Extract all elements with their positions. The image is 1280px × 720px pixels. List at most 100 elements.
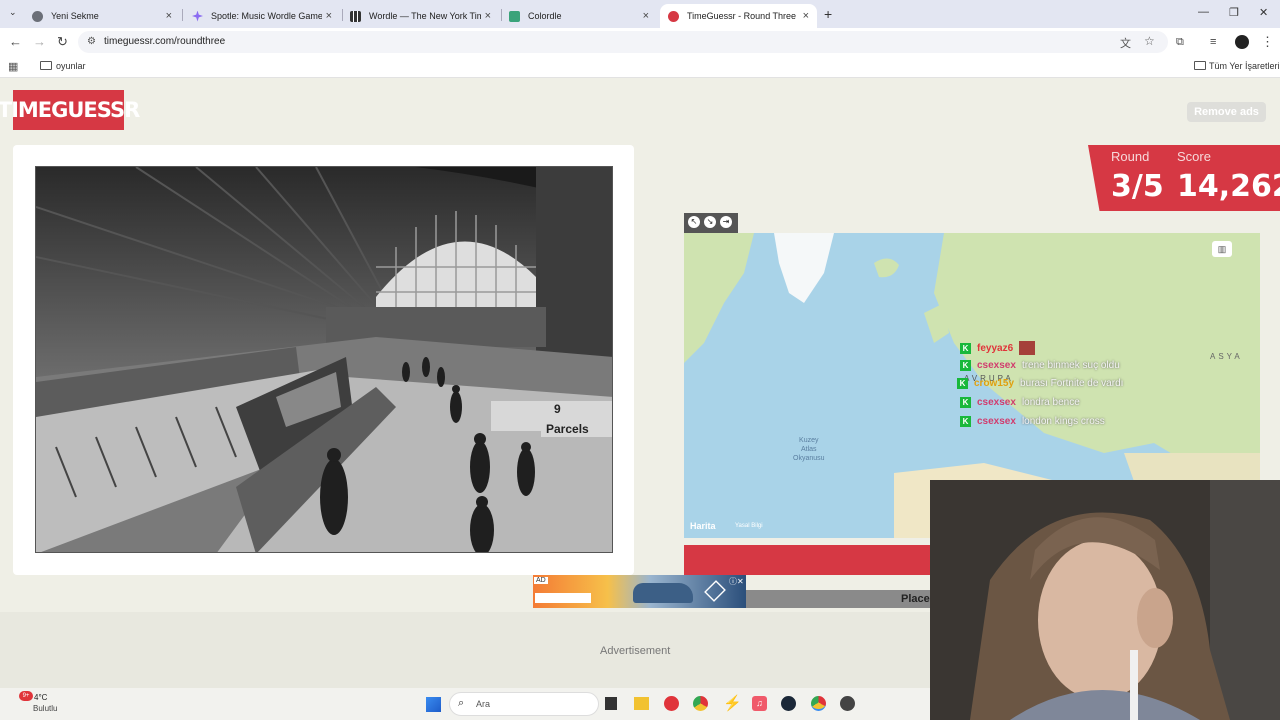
windows-taskbar: 9+ 4°C Bulutlu ⌕ Ara ⚡ ♫ — [0, 688, 930, 720]
chat-message: K feyyaz6 — [960, 341, 1036, 355]
music-icon[interactable]: ♫ — [752, 696, 767, 711]
tab-timeguessr[interactable]: TimeGuessr - Round Three × — [660, 4, 817, 28]
close-window-icon[interactable]: ✕ — [1259, 6, 1268, 19]
kick-badge-icon: K — [960, 416, 971, 427]
file-explorer-icon[interactable] — [634, 697, 649, 710]
close-tab-icon[interactable]: × — [326, 10, 332, 22]
round-photo[interactable]: 9 Parcels — [35, 166, 613, 553]
webcam-image — [930, 480, 1280, 720]
avatar[interactable] — [1235, 35, 1249, 49]
ad-badge: AD — [534, 577, 548, 584]
station-photo-image: 9 Parcels — [36, 167, 612, 552]
star-icon[interactable]: ☆ — [1144, 34, 1155, 48]
tab-title: TimeGuessr - Round Three — [687, 11, 797, 21]
new-tab-icon[interactable]: + — [824, 6, 832, 22]
minimize-icon[interactable]: — — [1198, 6, 1209, 18]
chat-message: K csexsex londra bence — [960, 397, 1080, 408]
chrome-icon[interactable] — [693, 696, 708, 711]
chat-message: K csexsex trene binmek suç oldu — [960, 360, 1120, 371]
temperature[interactable]: 4°C — [34, 693, 47, 702]
close-tab-icon[interactable]: × — [485, 10, 491, 22]
continent-label-asia: ASYA — [1210, 352, 1243, 361]
tab-title: Spotle: Music Wordle Game — [211, 11, 322, 21]
site-info-icon[interactable]: ⚙ — [87, 36, 96, 47]
all-bookmarks[interactable]: Tüm Yer İşaretleri — [1209, 61, 1280, 71]
bookmark-folder-oyunlar[interactable]: oyunlar — [56, 61, 86, 71]
ad-info-icon[interactable]: ⓘ✕ — [729, 576, 744, 587]
timeguessr-logo[interactable]: TIMEGUESSR — [0, 90, 140, 130]
media-icon[interactable]: ≡ — [1210, 35, 1216, 49]
chat-text: burası Fortnite de vardı — [1020, 378, 1124, 389]
round-label: Round — [1111, 149, 1150, 164]
shrink-map-icon[interactable]: ↖ — [688, 216, 700, 228]
tab-divider — [182, 9, 183, 21]
remove-ads-button[interactable]: Remove ads — [1187, 102, 1266, 122]
pin-map-icon[interactable]: ⇥ — [720, 216, 732, 228]
close-tab-icon[interactable]: × — [643, 10, 649, 22]
sparkle-icon — [192, 10, 203, 22]
forward-icon[interactable]: → — [33, 35, 46, 49]
kick-badge-icon: K — [960, 360, 971, 371]
place-label: Place — [901, 593, 930, 605]
advertisement-label: Advertisement — [600, 645, 671, 657]
tab-new-tab[interactable]: Yeni Sekme × — [24, 4, 180, 28]
map-legal-link[interactable]: Yasal Bilgi — [735, 523, 763, 529]
extensions-icon[interactable]: ⧉ — [1176, 35, 1184, 49]
tab-list-icon[interactable]: ⌄ — [9, 7, 17, 18]
map-resize-toolbar: ↖ ↘ ⇥ — [684, 213, 738, 233]
chat-message: K crow15y burası Fortnite de vardı — [957, 378, 1123, 389]
chat-username: feyyaz6 — [977, 342, 1014, 354]
restore-icon[interactable]: ❐ — [1229, 6, 1239, 19]
apps-icon[interactable]: ▦ — [8, 60, 18, 73]
app-icon-red[interactable] — [664, 696, 679, 711]
ocean-label-line: Atlas — [800, 446, 817, 453]
tab-title: Yeni Sekme — [51, 11, 99, 21]
tab-spotle[interactable]: Spotle: Music Wordle Game × — [184, 4, 340, 28]
steam-icon[interactable] — [781, 696, 796, 711]
folder-icon — [1194, 61, 1206, 70]
parcels-sign: Parcels — [546, 422, 589, 436]
address-bar[interactable]: ⚙ timeguessr.com/roundthree 文 ☆ — [78, 31, 1168, 53]
app-icon-dark[interactable] — [840, 696, 855, 711]
map-attribution: Harita — [690, 521, 716, 531]
chrome-active-icon[interactable] — [811, 696, 826, 711]
tab-wordle[interactable]: Wordle — The New York Times × — [342, 4, 499, 28]
navigation-bar: ← → ↻ ⚙ timeguessr.com/roundthree 文 ☆ ⧉ … — [0, 28, 1280, 56]
ad-banner[interactable]: AD ⓘ✕ — [533, 575, 746, 608]
chat-username: crow15y — [974, 378, 1015, 389]
kick-badge-icon: K — [960, 342, 971, 354]
ocean-label-line: Kuzey — [799, 437, 819, 444]
translate-icon[interactable]: 文 — [1120, 35, 1131, 51]
colordle-icon — [509, 10, 520, 22]
close-tab-icon[interactable]: × — [166, 10, 172, 22]
tab-colordle[interactable]: Colordle × — [501, 4, 657, 28]
flash-icon[interactable]: ⚡ — [723, 694, 742, 712]
round-value: 3/5 — [1111, 169, 1164, 204]
score-value: 14,262 — [1177, 169, 1280, 204]
ocean-label-line: Okyanusu — [793, 455, 825, 462]
timeguessr-icon — [668, 10, 679, 22]
menu-icon[interactable]: ⋮ — [1261, 35, 1274, 49]
chat-text: londra bence — [1021, 397, 1080, 408]
score-panel: Round Score 3/5 14,262 — [1088, 145, 1280, 211]
chat-text: london kings cross — [1021, 416, 1105, 427]
expand-map-icon[interactable]: ↘ — [704, 216, 716, 228]
windows-start-icon[interactable] — [426, 697, 441, 712]
taskbar-search[interactable]: ⌕ Ara — [449, 692, 599, 716]
reload-icon[interactable]: ↻ — [57, 35, 68, 49]
back-icon[interactable]: ← — [9, 35, 22, 49]
chat-emote-icon — [1019, 341, 1036, 355]
url-text: timeguessr.com/roundthree — [104, 36, 226, 47]
task-view-icon[interactable] — [605, 697, 617, 710]
ocean-label: Kuzey Atlas Okyanusu — [793, 436, 825, 463]
map-layers-icon[interactable]: ▥ — [1212, 241, 1232, 257]
weather-status[interactable]: Bulutlu — [33, 704, 57, 713]
ad-cta-button[interactable] — [535, 593, 591, 603]
chat-username: csexsex — [977, 416, 1016, 427]
close-tab-icon[interactable]: × — [803, 10, 809, 22]
globe-icon — [32, 10, 43, 22]
folder-icon — [40, 61, 52, 70]
score-label: Score — [1177, 149, 1211, 164]
submit-guess-button[interactable] — [684, 545, 934, 575]
bookmarks-bar: ▦ oyunlar Tüm Yer İşaretleri — [0, 56, 1280, 78]
